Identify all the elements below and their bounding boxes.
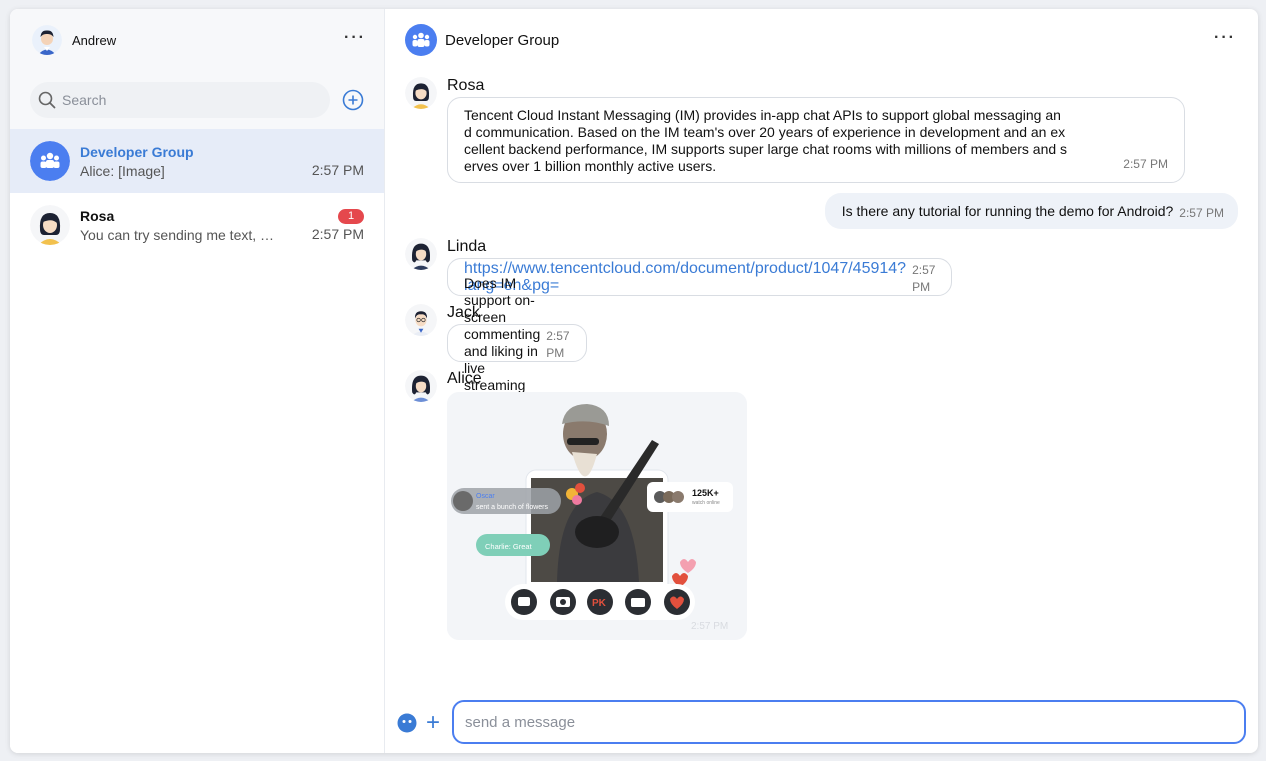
message-text: Does IM support on-screen commenting and…	[464, 275, 541, 410]
message-bubble: Does IM support on-screen commenting and…	[447, 275, 587, 410]
sidebar-header: Andrew ···	[10, 9, 384, 71]
unread-badge: 1	[338, 209, 364, 224]
conversation-item-developer-group[interactable]: Developer Group Alice: [Image] 2:57 PM	[10, 129, 384, 193]
image-pk-label: PK	[592, 598, 607, 609]
search-box[interactable]	[30, 82, 330, 118]
message-bubble: Tencent Cloud Instant Messaging (IM) pro…	[447, 97, 1185, 183]
message-text-line: cellent backend performance, IM supports…	[464, 141, 1068, 157]
image-viewers-sub: watch online	[692, 500, 720, 506]
linda-avatar	[405, 238, 437, 270]
message-text: Is there any tutorial for running the de…	[841, 203, 1174, 219]
message-time: 2:57 PM	[546, 329, 570, 360]
conversation-preview: You can try sending me text, e…	[80, 226, 280, 243]
message-time: 2:57 PM	[1179, 205, 1224, 220]
image-viewers: 125K+	[692, 488, 719, 498]
chat-window: Andrew ··· Search Developer Group Alice:…	[10, 9, 1258, 753]
message-input-box[interactable]	[452, 700, 1246, 744]
conversation-item-rosa[interactable]: Rosa You can try sending me text, e… 1 2…	[10, 193, 384, 257]
message-text-line: Tencent Cloud Instant Messaging (IM) pro…	[464, 107, 1061, 123]
sidebar: Andrew ··· Search Developer Group Alice:…	[10, 9, 385, 753]
image-overlay-name: Oscar	[476, 493, 495, 500]
chat-more-icon[interactable]: ···	[1214, 30, 1236, 46]
image-overlay-action: sent a bunch of flowers	[476, 504, 548, 511]
user-avatar[interactable]	[32, 25, 62, 55]
message-sender: Rosa	[447, 77, 485, 94]
message-input[interactable]	[465, 713, 1225, 731]
alice-avatar	[405, 370, 437, 402]
message-self: Is there any tutorial for running the de…	[824, 193, 1238, 229]
conversation-preview: Alice: [Image]	[80, 162, 165, 179]
conversation-name: Developer Group	[80, 143, 194, 160]
group-avatar	[405, 24, 437, 56]
message-text-line: d communication. Based on the IM team's …	[464, 124, 1066, 140]
message-text-line: erves over 1 billion monthly active user…	[464, 158, 717, 174]
message-sender: Linda	[447, 238, 487, 255]
search-input[interactable]	[62, 92, 312, 108]
rosa-avatar	[30, 205, 70, 245]
search-row	[10, 71, 384, 129]
user-name: Andrew	[72, 32, 117, 48]
add-conversation-icon[interactable]	[342, 89, 364, 111]
message-time: 2:57 PM	[912, 263, 936, 294]
chat-title: Developer Group	[445, 31, 560, 49]
rosa-avatar	[405, 77, 437, 109]
image-comment: Charlie: Great	[485, 542, 533, 551]
jack-avatar	[405, 304, 437, 336]
chat-panel: Developer Group ··· Rosa Tencent Cloud I…	[385, 9, 1258, 753]
sidebar-more-icon[interactable]: ···	[344, 30, 366, 46]
group-avatar	[30, 141, 70, 181]
search-icon	[38, 91, 56, 109]
emoji-icon[interactable]	[397, 713, 417, 733]
conversation-time: 2:57 PM	[311, 226, 364, 242]
message-image[interactable]: Oscar sent a bunch of flowers Charlie: G…	[447, 392, 747, 640]
conversation-time: 2:57 PM	[311, 162, 364, 178]
attach-plus-icon[interactable]: +	[426, 711, 444, 735]
conversation-name: Rosa	[80, 207, 115, 224]
message-time: 2:57 PM	[1123, 157, 1168, 171]
composer: +	[385, 695, 1258, 753]
image-time: 2:57 PM	[691, 621, 728, 632]
message-sender: Alice	[447, 370, 482, 387]
chat-header: Developer Group ···	[385, 9, 1258, 71]
